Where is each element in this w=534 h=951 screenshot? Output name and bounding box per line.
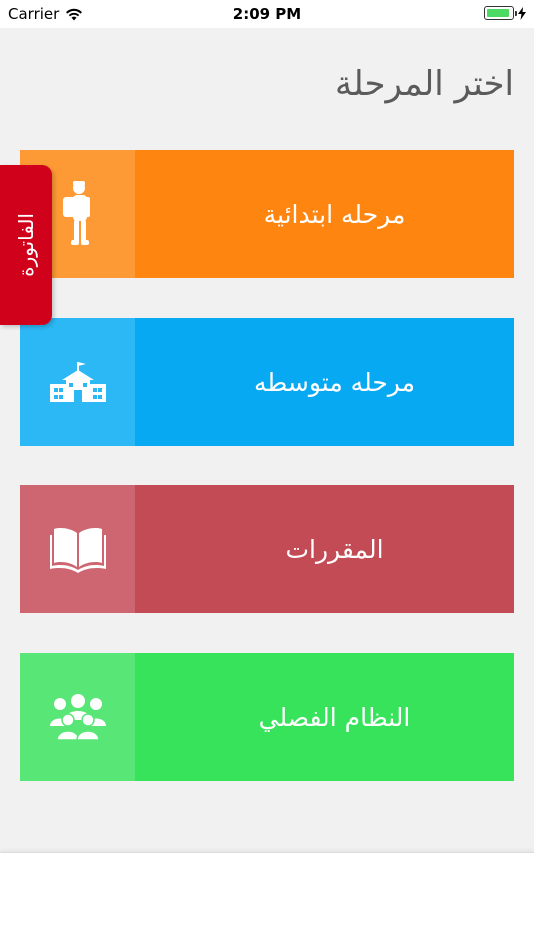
menu-item-label: مرحله متوسطه <box>254 367 415 397</box>
icon-box <box>20 653 135 781</box>
bolt-icon <box>518 6 526 20</box>
invoice-tab-label: الفاتورة <box>14 213 38 277</box>
battery-status <box>484 6 526 20</box>
status-time: 2:09 PM <box>232 5 302 23</box>
student-icon <box>62 181 90 245</box>
icon-box <box>20 485 135 613</box>
menu-item-primary-stage[interactable]: مرحله ابتدائية <box>20 150 514 278</box>
menu-item-intermediate-stage[interactable]: مرحله متوسطه <box>20 318 514 446</box>
battery-icon <box>484 6 517 20</box>
invoice-side-tab[interactable]: الفاتورة <box>0 165 52 325</box>
status-bar: Carrier 2:09 PM <box>0 0 534 28</box>
menu-item-label: المقررات <box>285 534 384 564</box>
menu-item-semester-system[interactable]: النظام الفصلي <box>20 653 514 781</box>
icon-box <box>20 318 135 446</box>
group-icon <box>49 694 106 740</box>
menu-item-label: مرحله ابتدائية <box>263 199 406 229</box>
bottom-bar <box>0 852 534 951</box>
page-title: اختر المرحلة <box>334 64 514 104</box>
menu-item-courses[interactable]: المقررات <box>20 485 514 613</box>
menu-item-label: النظام الفصلي <box>258 702 411 732</box>
school-icon <box>49 362 106 402</box>
book-icon <box>49 528 106 573</box>
